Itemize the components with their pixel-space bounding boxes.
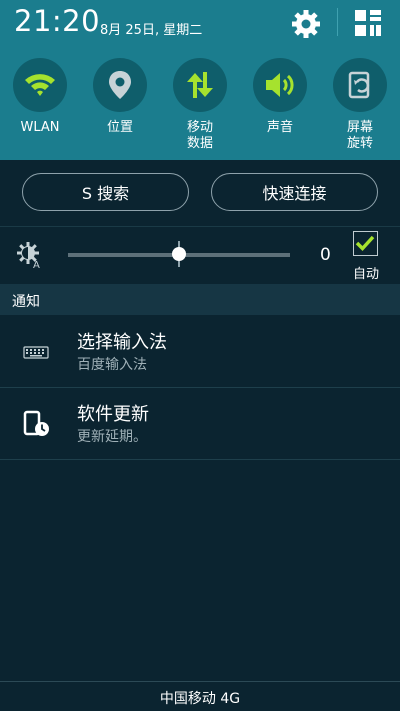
notification-subtitle: 更新延期。 — [77, 429, 147, 445]
quick-connect-button[interactable]: 快速连接 — [211, 173, 378, 211]
sound-icon — [266, 73, 294, 97]
carrier-divider — [0, 681, 400, 682]
header-divider — [337, 8, 338, 36]
auto-brightness-checkbox[interactable] — [353, 231, 378, 256]
brightness-slider-handle[interactable] — [172, 247, 186, 261]
clock: 21:20 — [14, 4, 101, 38]
auto-brightness-label: 自动 — [353, 267, 380, 282]
location-icon — [109, 71, 131, 99]
keyboard-icon — [23, 346, 49, 359]
toggle-sound-label: 声音 — [266, 120, 293, 135]
toggle-mobile-data-circle — [173, 58, 227, 112]
s-search-button[interactable]: S 搜索 — [22, 173, 189, 211]
quick-panel: 21:20 8月 25日, 星期二 WLAN 位置 移动 数据 声音 屏幕 旋转 — [0, 0, 400, 160]
brightness-auto-icon: A — [17, 242, 40, 269]
toggle-wlan-label: WLAN — [20, 120, 60, 135]
carrier-label: 中国移动 4G — [159, 691, 241, 707]
notifications-header: 通知 — [0, 284, 400, 315]
notification-title: 选择输入法 — [77, 332, 167, 353]
toggle-sound[interactable]: 声音 — [248, 58, 312, 136]
notification-title: 软件更新 — [77, 404, 149, 425]
wifi-icon — [25, 74, 55, 96]
software-update-icon — [23, 410, 49, 436]
toggle-mobile-data-label: 移动 数据 — [186, 120, 213, 151]
settings-gear-icon[interactable] — [290, 8, 322, 40]
checkmark-icon — [355, 235, 375, 252]
toggle-screen-rotation[interactable]: 屏幕 旋转 — [328, 58, 392, 152]
toggle-location[interactable]: 位置 — [88, 58, 152, 136]
mobile-data-icon — [187, 72, 213, 98]
toggle-wlan[interactable]: WLAN — [8, 58, 72, 136]
toggle-location-circle — [93, 58, 147, 112]
toggle-wlan-circle — [13, 58, 67, 112]
action-buttons-row: S 搜索 快速连接 — [0, 160, 400, 227]
notification-input-method[interactable]: 选择输入法 百度输入法 — [0, 316, 400, 388]
edit-toggles-grid-icon[interactable] — [353, 8, 383, 38]
toggle-screen-rotation-label: 屏幕 旋转 — [346, 120, 373, 151]
toggle-sound-circle — [253, 58, 307, 112]
toggle-location-label: 位置 — [106, 120, 133, 135]
date: 8月 25日, 星期二 — [100, 23, 203, 38]
toggle-mobile-data[interactable]: 移动 数据 — [168, 58, 232, 152]
notification-software-update[interactable]: 软件更新 更新延期。 — [0, 388, 400, 460]
notification-subtitle: 百度输入法 — [77, 357, 147, 373]
svg-text:A: A — [33, 260, 40, 269]
brightness-value: 0 — [320, 245, 331, 265]
screen-rotation-icon — [348, 71, 370, 99]
notifications-header-label: 通知 — [12, 294, 40, 310]
toggle-screen-rotation-circle — [333, 58, 387, 112]
brightness-row: A 0 自动 — [0, 227, 400, 283]
